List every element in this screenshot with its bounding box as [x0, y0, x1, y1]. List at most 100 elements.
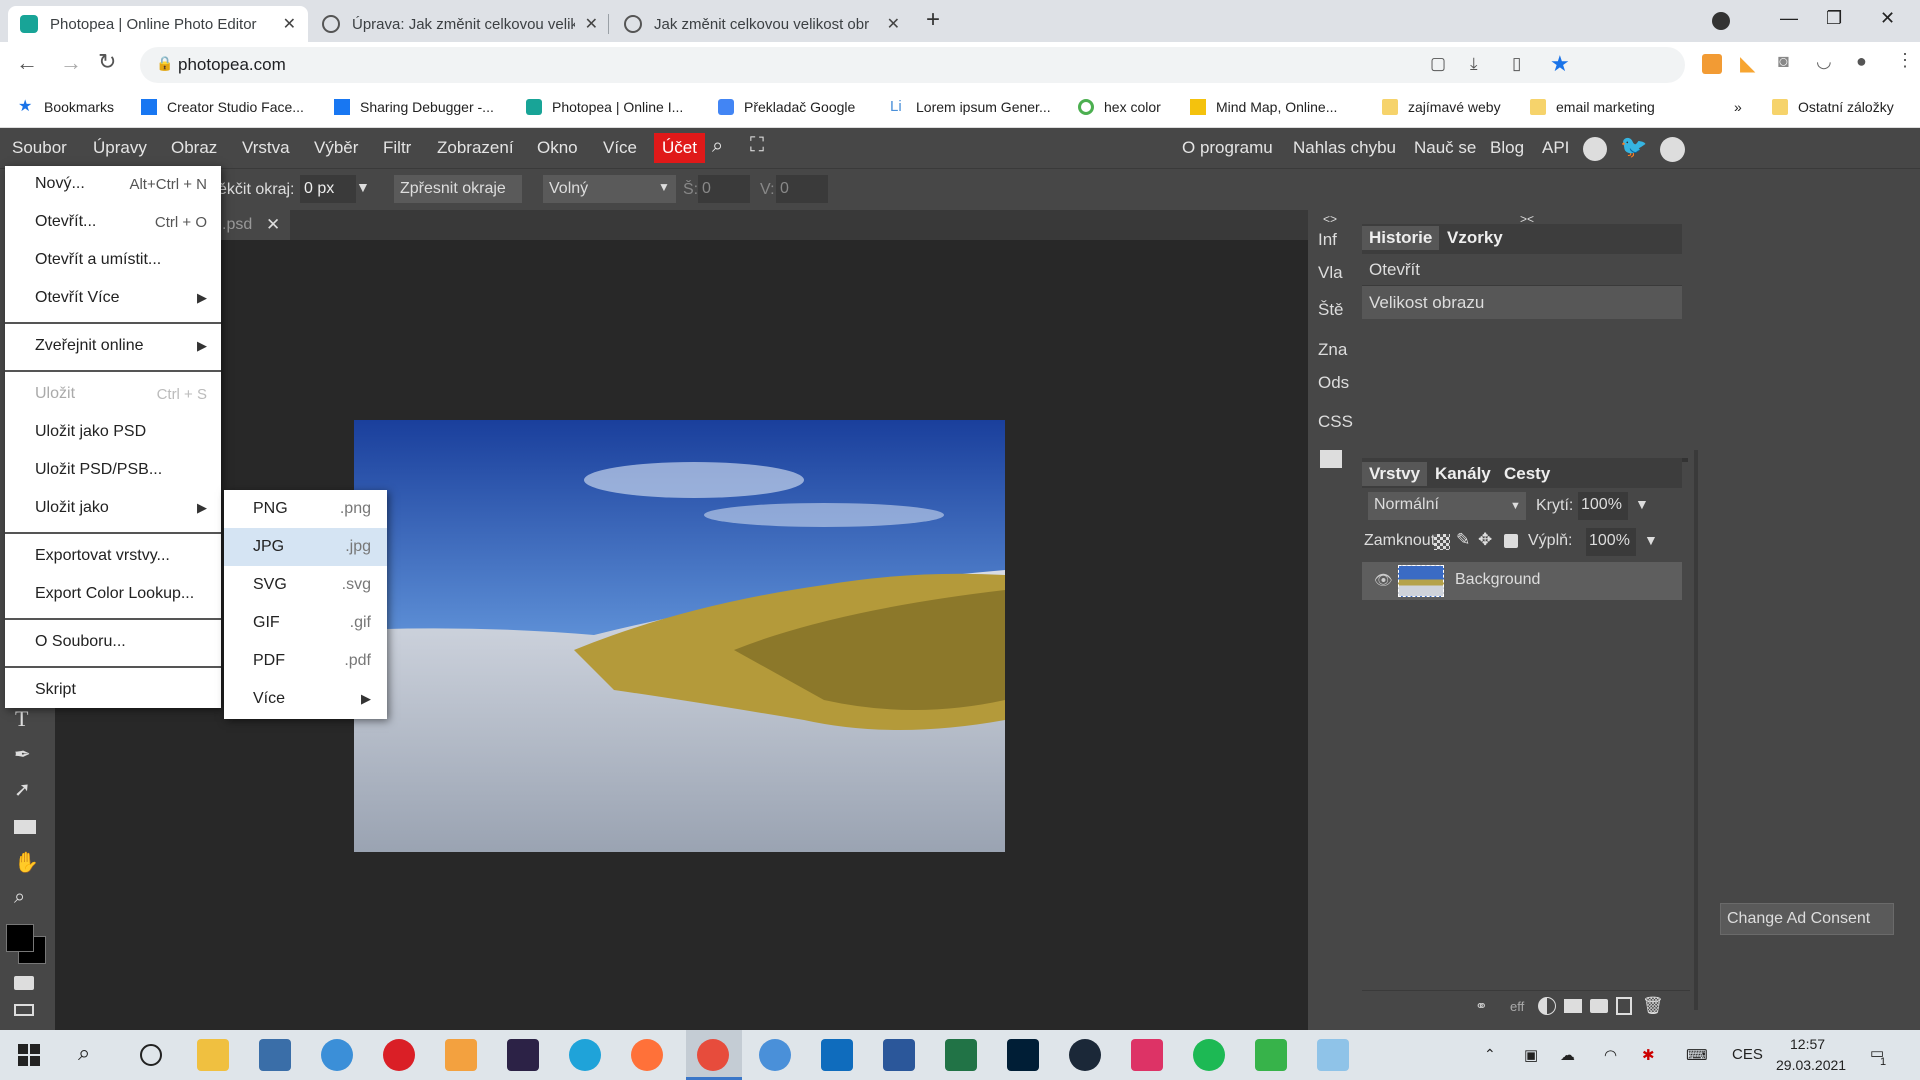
close-window-icon[interactable]: ✕: [1880, 8, 1895, 29]
browser-tab-uprava[interactable]: Úprava: Jak změnit celkovou velik ✕: [310, 6, 610, 42]
app-icon[interactable]: [1317, 1039, 1349, 1071]
menu-item-zverejnit-online[interactable]: Zveřejnit online ▶: [5, 328, 221, 364]
analytics-extension-icon[interactable]: [1702, 54, 1722, 74]
close-document-icon[interactable]: ✕: [266, 215, 280, 235]
refine-edge-button[interactable]: Zpřesnit okraje: [394, 175, 522, 203]
bookmark-item[interactable]: Creator Studio Face...: [141, 95, 304, 119]
chrome-icon[interactable]: [697, 1039, 729, 1071]
tab-properties[interactable]: Vla: [1318, 263, 1343, 283]
photoshop-icon[interactable]: [1007, 1039, 1039, 1071]
close-tab-icon[interactable]: ✕: [585, 14, 598, 34]
opacity-dropdown-icon[interactable]: ▼: [1635, 496, 1649, 512]
menu-item-ulozit-psd-psb[interactable]: Uložit PSD/PSB...: [5, 452, 221, 488]
tab-info[interactable]: Inf: [1318, 230, 1337, 250]
app-icon[interactable]: [445, 1039, 477, 1071]
menu-zobrazeni[interactable]: Zobrazení: [437, 138, 514, 158]
lock-pixels-icon[interactable]: ✎: [1456, 530, 1470, 550]
menu-api[interactable]: API: [1542, 138, 1569, 158]
bookmark-item[interactable]: Mind Map, Online...: [1190, 95, 1337, 119]
pocket-extension-icon[interactable]: ◡: [1816, 51, 1832, 72]
bookmark-item[interactable]: ★ Bookmarks: [18, 95, 114, 119]
bookmarks-overflow[interactable]: »: [1734, 95, 1742, 119]
menu-item-otevrit-vice[interactable]: Otevřít Více ▶: [5, 280, 221, 316]
export-svg[interactable]: SVG .svg: [224, 566, 387, 604]
export-gif[interactable]: GIF .gif: [224, 604, 387, 642]
outlook-icon[interactable]: [821, 1039, 853, 1071]
image-panel-icon[interactable]: [1320, 450, 1342, 468]
tab-brushes[interactable]: Ště: [1318, 300, 1344, 320]
tray-device-icon[interactable]: ▣: [1524, 1046, 1538, 1064]
canvas-image[interactable]: [354, 420, 1005, 852]
pen-tool-icon[interactable]: ✒: [14, 742, 31, 767]
bookmark-item[interactable]: hex color: [1078, 95, 1161, 119]
menu-item-exportovat-vrstvy[interactable]: Exportovat vrstvy...: [5, 538, 221, 574]
premiere-rush-icon[interactable]: [507, 1039, 539, 1071]
panel-scrollbar[interactable]: [1694, 450, 1698, 1010]
tab-paragraph[interactable]: Ods: [1318, 373, 1349, 393]
menu-ucet-button[interactable]: Účet: [654, 133, 705, 163]
search-icon[interactable]: ⌕: [78, 1040, 90, 1066]
camera-extension-icon[interactable]: ◙: [1778, 51, 1789, 72]
menu-item-ulozit[interactable]: Uložit Ctrl + S: [5, 376, 221, 412]
tab-kanaly[interactable]: Kanály: [1428, 462, 1498, 486]
menu-item-otevrit[interactable]: Otevřít... Ctrl + O: [5, 204, 221, 240]
rss-extension-icon[interactable]: ◣: [1740, 51, 1755, 76]
spotify-icon[interactable]: [1193, 1039, 1225, 1071]
firefox-icon[interactable]: [631, 1039, 663, 1071]
word-icon[interactable]: [883, 1039, 915, 1071]
onedrive-icon[interactable]: ☁: [1560, 1046, 1575, 1064]
clock-date[interactable]: 29.03.2021: [1776, 1057, 1846, 1073]
quick-mask-icon[interactable]: [14, 976, 34, 990]
file-explorer-icon[interactable]: [197, 1039, 229, 1071]
menu-blog[interactable]: Blog: [1490, 138, 1524, 158]
other-bookmarks-folder[interactable]: Ostatní záložky: [1772, 95, 1894, 119]
browser-tab-photopea[interactable]: Photopea | Online Photo Editor ✕: [8, 6, 308, 42]
menu-item-ulozit-jako[interactable]: Uložit jako ▶: [5, 490, 221, 526]
width-input[interactable]: 0: [698, 175, 750, 203]
menu-filtr[interactable]: Filtr: [383, 138, 411, 158]
export-jpg[interactable]: JPG .jpg: [224, 528, 387, 566]
tab-css[interactable]: CSS: [1318, 412, 1353, 432]
feather-dropdown-icon[interactable]: ▼: [356, 179, 370, 195]
layer-name[interactable]: Background: [1455, 571, 1540, 589]
creative-cloud-icon[interactable]: [383, 1039, 415, 1071]
visibility-eye-icon[interactable]: 👁: [1374, 571, 1393, 589]
back-icon[interactable]: ←: [16, 50, 38, 76]
menu-okno[interactable]: Okno: [537, 138, 578, 158]
reload-icon[interactable]: ↻: [98, 49, 116, 75]
close-tab-icon[interactable]: ✕: [283, 14, 296, 34]
link-layers-icon[interactable]: ⚭: [1475, 997, 1488, 1015]
menu-item-export-color-lookup[interactable]: Export Color Lookup...: [5, 576, 221, 612]
extension-icon[interactable]: ●: [1856, 51, 1867, 72]
browser-tab-jak-zmenit[interactable]: Jak změnit celkovou velikost obr ✕: [612, 6, 912, 42]
history-entry[interactable]: Otevřít: [1362, 254, 1682, 286]
twitter-icon[interactable]: 🐦: [1620, 134, 1647, 160]
lock-transparency-icon[interactable]: [1434, 534, 1450, 550]
close-tab-icon[interactable]: ✕: [887, 14, 900, 34]
menu-vrstva[interactable]: Vrstva: [242, 138, 290, 158]
clock-time[interactable]: 12:57: [1790, 1036, 1825, 1052]
search-icon[interactable]: ⌕: [712, 135, 723, 158]
text-tool-icon[interactable]: T: [15, 706, 28, 732]
reddit-icon[interactable]: [1583, 137, 1607, 161]
tab-cesty[interactable]: Cesty: [1497, 462, 1557, 486]
fill-input[interactable]: 100%: [1586, 528, 1636, 556]
install-icon[interactable]: ⤓: [1470, 54, 1478, 74]
export-more[interactable]: Více ▶: [224, 680, 387, 718]
camtasia-icon[interactable]: [1255, 1039, 1287, 1071]
lock-all-icon[interactable]: [1504, 534, 1518, 548]
address-bar[interactable]: 🔒 photopea.com ▢ ⤓ ▯ ★: [140, 47, 1685, 83]
menu-vice[interactable]: Více: [603, 138, 637, 158]
lock-position-icon[interactable]: ✥: [1478, 530, 1492, 550]
layer-row[interactable]: 👁 Background: [1362, 562, 1682, 600]
store-icon[interactable]: [259, 1039, 291, 1071]
new-tab-button[interactable]: +: [926, 6, 940, 34]
menu-upravy[interactable]: Úpravy: [93, 138, 147, 158]
chrome-menu-icon[interactable]: ⋮: [1896, 50, 1914, 71]
export-png[interactable]: PNG .png: [224, 490, 387, 528]
menu-item-skript[interactable]: Skript: [5, 672, 221, 708]
menu-soubor[interactable]: Soubor: [12, 138, 67, 158]
bookmark-star-icon[interactable]: ★: [1550, 51, 1570, 77]
bookmark-folder[interactable]: email marketing: [1530, 95, 1655, 119]
height-input[interactable]: 0: [776, 175, 828, 203]
